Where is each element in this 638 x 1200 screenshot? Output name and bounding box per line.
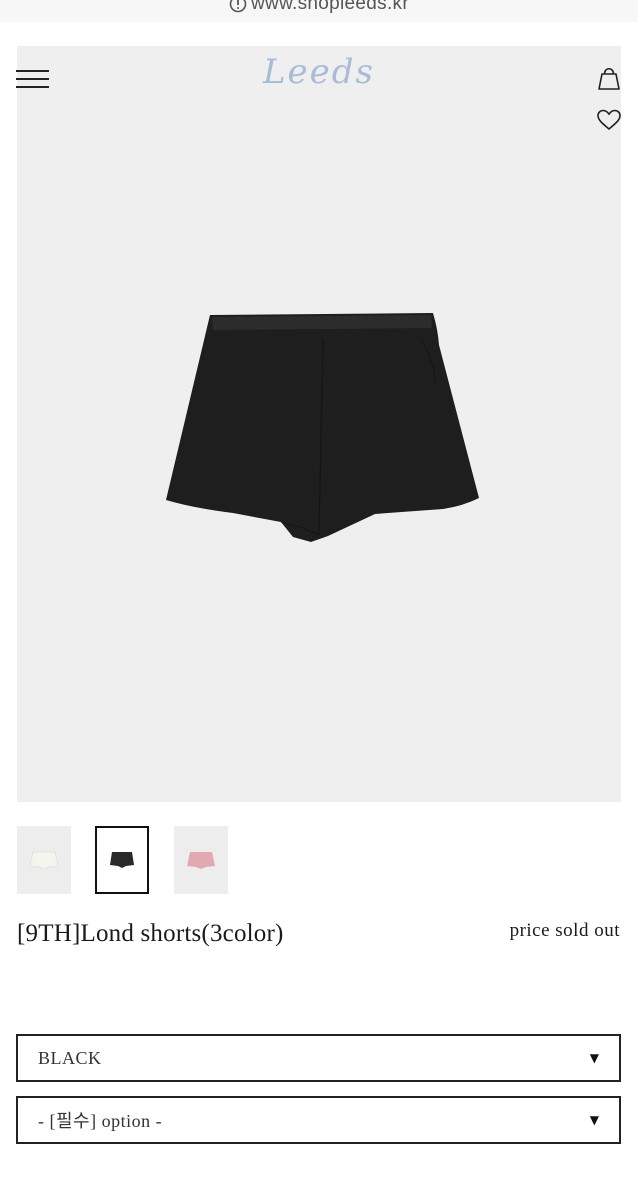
url-text: www.shopleeds.kr <box>251 0 409 14</box>
chevron-down-icon: ▼ <box>589 1113 599 1127</box>
browser-url-bar[interactable]: www.shopleeds.kr <box>0 0 638 22</box>
black-shorts-photo <box>166 313 479 542</box>
color-select[interactable]: BLACK ▼ <box>16 1034 621 1082</box>
product-title: [9TH]Lond shorts(3color) <box>17 920 284 947</box>
thumbnail-pink[interactable] <box>174 826 228 894</box>
info-circle-icon <box>229 0 247 13</box>
thumbnail-ivory[interactable] <box>17 826 71 894</box>
price-status: price sold out <box>509 920 620 941</box>
shopping-bag-icon[interactable] <box>596 64 622 91</box>
option-select[interactable]: - [필수] option - ▼ <box>16 1096 621 1144</box>
site-logo[interactable]: Leeds <box>0 52 638 92</box>
thumbnail-black[interactable] <box>95 826 149 894</box>
chevron-down-icon: ▼ <box>589 1051 599 1065</box>
color-select-value: BLACK <box>38 1047 102 1068</box>
option-select-value: - [필수] option - <box>38 1111 163 1131</box>
heart-icon[interactable] <box>596 108 622 132</box>
